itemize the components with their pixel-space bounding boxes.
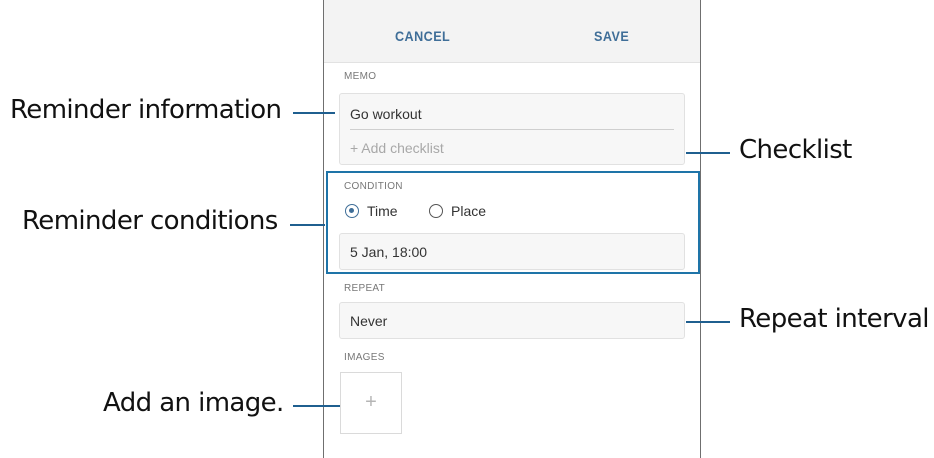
reminder-editor-screen: CANCEL SAVE MEMO Go workout + Add checkl… — [323, 0, 701, 458]
add-checklist-button[interactable]: + Add checklist — [350, 140, 444, 156]
leader-line-reminder-information — [293, 112, 335, 114]
radio-checked-icon[interactable] — [345, 204, 359, 218]
radio-place[interactable]: Place — [429, 203, 486, 219]
radio-time-label: Time — [367, 203, 398, 219]
memo-input[interactable]: Go workout — [350, 106, 422, 122]
repeat-label: REPEAT — [344, 283, 386, 294]
radio-place-label: Place — [451, 203, 487, 219]
annotation-add-image: Add an image. — [103, 388, 284, 418]
leader-line-reminder-conditions — [290, 224, 325, 226]
radio-unchecked-icon[interactable] — [429, 204, 443, 218]
save-button[interactable]: SAVE — [594, 28, 629, 44]
images-label: IMAGES — [344, 352, 385, 363]
annotation-checklist: Checklist — [739, 135, 852, 165]
leader-line-repeat-interval — [686, 321, 730, 323]
action-bar: CANCEL SAVE — [324, 0, 700, 63]
repeat-value: Never — [350, 313, 388, 329]
annotation-reminder-conditions: Reminder conditions — [22, 206, 278, 236]
repeat-field[interactable]: Never — [339, 302, 685, 339]
memo-divider — [350, 129, 674, 130]
annotation-repeat-interval: Repeat interval — [739, 304, 930, 334]
add-image-button[interactable]: + — [340, 372, 402, 434]
memo-label: MEMO — [344, 71, 377, 82]
datetime-value: 5 Jan, 18:00 — [350, 244, 428, 260]
condition-label: CONDITION — [344, 181, 403, 192]
plus-icon: + — [365, 391, 377, 413]
memo-field[interactable]: Go workout + Add checklist — [339, 93, 685, 165]
cancel-button[interactable]: CANCEL — [395, 28, 450, 44]
annotation-reminder-information: Reminder information — [10, 95, 282, 125]
radio-time[interactable]: Time — [345, 203, 398, 219]
leader-line-checklist — [686, 152, 730, 154]
leader-line-add-image — [293, 405, 340, 407]
datetime-field[interactable]: 5 Jan, 18:00 — [339, 233, 685, 270]
